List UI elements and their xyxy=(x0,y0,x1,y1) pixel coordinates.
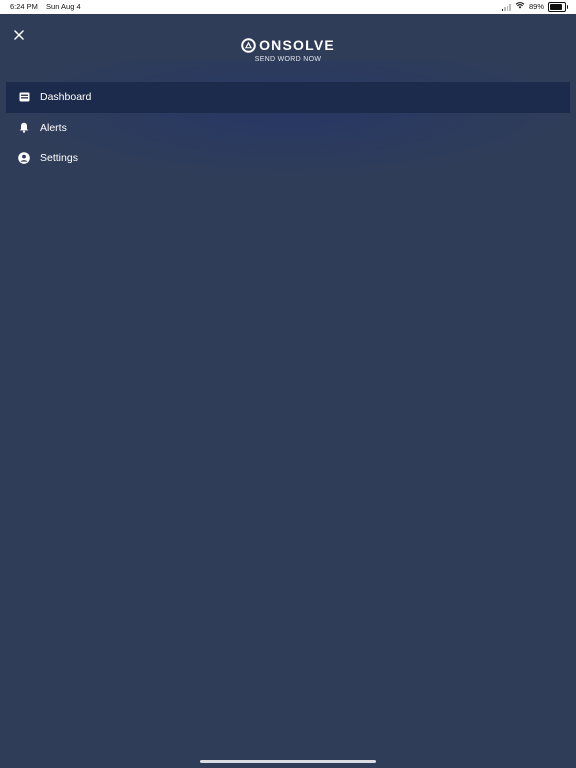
bell-icon xyxy=(18,122,30,134)
battery-icon xyxy=(548,2,568,12)
close-button[interactable] xyxy=(10,27,28,45)
wifi-icon xyxy=(515,0,525,14)
onsolve-logo-icon xyxy=(241,38,256,53)
user-circle-icon xyxy=(18,152,30,164)
app-screen: 6:24 PM Sun Aug 4 89% ONSOLVE SEND WORD … xyxy=(0,0,576,768)
status-date: Sun Aug 4 xyxy=(46,2,81,11)
nav-menu: Dashboard Alerts Settings xyxy=(6,82,570,174)
logo-row: ONSOLVE xyxy=(188,38,388,53)
home-indicator[interactable] xyxy=(200,760,376,763)
status-right: 89% xyxy=(501,0,568,14)
status-time: 6:24 PM xyxy=(10,2,38,11)
status-left: 6:24 PM Sun Aug 4 xyxy=(10,0,87,14)
status-bar: 6:24 PM Sun Aug 4 89% xyxy=(0,0,576,14)
brand-logo: ONSOLVE SEND WORD NOW xyxy=(188,38,388,63)
menu-item-dashboard[interactable]: Dashboard xyxy=(6,82,570,113)
signal-icon xyxy=(501,4,511,11)
menu-item-settings[interactable]: Settings xyxy=(6,143,570,174)
logo-tagline: SEND WORD NOW xyxy=(254,56,322,63)
close-icon xyxy=(14,27,24,45)
battery-fill xyxy=(550,4,563,10)
dashboard-icon xyxy=(18,91,30,103)
menu-item-alerts[interactable]: Alerts xyxy=(6,113,570,144)
menu-label-alerts: Alerts xyxy=(40,121,67,134)
battery-percent: 89% xyxy=(528,2,544,11)
menu-label-settings: Settings xyxy=(40,152,78,165)
logo-text: ONSOLVE xyxy=(259,37,335,53)
menu-label-dashboard: Dashboard xyxy=(40,91,92,104)
